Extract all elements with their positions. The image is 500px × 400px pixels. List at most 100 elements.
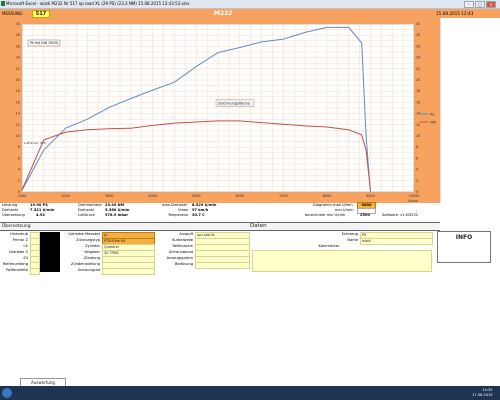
x-tick-label: 7000	[279, 194, 288, 198]
right-row-label: Kurbelwelle	[172, 238, 193, 242]
start-button[interactable]	[2, 388, 12, 398]
left-row-input[interactable]	[30, 268, 40, 275]
rpm-label-2: Drehzahl	[78, 208, 95, 212]
y-tick-label-right: 6	[416, 156, 418, 160]
window-title: Microsoft Excel - wizdi M232 Nr 517 op.r…	[6, 1, 190, 6]
y-tick-label-right: 16	[416, 100, 420, 104]
calc-min-rpm-label: berechnete min U/min	[305, 213, 346, 217]
vmax-value: 97 km/h	[192, 208, 209, 212]
power-value: 19.90 PS	[30, 203, 48, 207]
y-tick-label-left: 28	[16, 33, 20, 37]
right-empty-panel	[440, 18, 500, 203]
power-label: Leistung	[2, 203, 18, 207]
overview-header: Übersetzung Daten	[0, 222, 440, 231]
mid-row-label: Zündeinstellung	[70, 262, 100, 266]
annotation-text: PS mit DIN 70020	[30, 41, 58, 45]
left-row-label: Hinterhub	[10, 232, 28, 236]
y-tick-label-right: 18	[416, 89, 420, 93]
max-rpm-value: 8.529 U/min	[192, 203, 217, 207]
air-pressure-label: Luftdruck	[78, 213, 95, 217]
right-row-label: Ansaugsystem	[166, 256, 193, 260]
x-tick-label: 1000	[18, 194, 27, 198]
excel-icon	[1, 1, 5, 6]
max-rpm-label: max.Drehzahl	[162, 203, 187, 207]
x-tick-label: 5000	[192, 194, 201, 198]
y-tick-label-left: 12	[16, 123, 20, 127]
y-tick-label-right: 30	[416, 22, 420, 26]
clock-date: 17.08.2015	[472, 393, 493, 397]
annotation-text: Luftdruck: 978	[24, 141, 46, 145]
y-tick-label-left: 8	[18, 145, 20, 149]
y-tick-label-left: 0	[18, 190, 20, 194]
rpm-value-2: 5.360 U/min	[105, 208, 130, 212]
results-grid: Leistung 19.90 PS Drehmoment 23.49 NM ma…	[0, 202, 440, 220]
software-version: Software: v1.M3232	[382, 213, 418, 217]
far-row-label: Name	[347, 238, 358, 242]
y-tick-label-right: 4	[416, 168, 418, 172]
torque-label: Drehmoment	[78, 203, 102, 207]
y-tick-label-right: 26	[416, 44, 420, 48]
y-tick-label-right: 12	[416, 123, 420, 127]
power-torque-chart: 1000 2000 3000 4000 5000 6000 7000 8000 9000 1000…	[16, 22, 436, 203]
y-tick-label-right: 22	[416, 67, 420, 71]
diagram-max-label: Diagramm max U/min	[313, 203, 353, 207]
measurement-label: MESSUNG:	[2, 11, 24, 16]
legend-label: NM	[430, 120, 436, 124]
temperature-value: 30.7 C	[192, 213, 205, 217]
y-tick-label-left: 18	[16, 89, 20, 93]
left-row-label: Reifenbreite	[6, 268, 28, 272]
window-titlebar: Microsoft Excel - wizdi M232 Nr 517 op.r…	[0, 0, 500, 9]
y-tick-label-left: 16	[16, 100, 20, 104]
right-row-label: Schwungsrad	[168, 250, 193, 254]
y-tick-label-left: 4	[18, 168, 20, 172]
y-tick-label-left: 10	[16, 134, 20, 138]
y-tick-label-right: 8	[416, 145, 418, 149]
data-title: Daten	[250, 223, 267, 229]
y-tick-label-left: 2	[18, 179, 20, 183]
x-tick-label: 2000	[61, 194, 70, 198]
comment-input[interactable]	[252, 250, 432, 272]
maximize-button[interactable]: □	[475, 1, 485, 8]
y-tick-label-left: 14	[16, 112, 20, 116]
model-name: M232	[214, 10, 233, 17]
calc-min-rpm-value: 2500	[360, 213, 371, 217]
mid-row-label: Vergaser	[84, 250, 100, 254]
x-tick-label: 10000	[409, 194, 420, 198]
legend-label: PS	[430, 112, 435, 116]
y-tick-label-right: 2	[416, 179, 418, 183]
far-row-input[interactable]: wizdi	[360, 238, 433, 245]
mid-row-label: Getriebe Messdet	[68, 232, 100, 236]
air-pressure-value: 978.9 mbar	[105, 213, 129, 217]
minimize-button[interactable]: –	[464, 1, 474, 8]
y-tick-label-left: 20	[16, 78, 20, 82]
left-row-label: Getriebe Z	[8, 250, 28, 254]
mid-row-label: Zündungstyp	[76, 238, 100, 242]
measurement-datetime: 15.08.2015 12:43	[436, 11, 474, 16]
y-tick-label-left: 30	[16, 22, 20, 26]
far-row-label: Kommentar	[318, 244, 340, 248]
info-button[interactable]: INFO	[437, 231, 491, 263]
right-row-input[interactable]	[195, 262, 250, 269]
blacked-out-field	[40, 232, 60, 272]
y-tick-label-left: 22	[16, 67, 20, 71]
rpm-label-1: Drehzahl	[2, 208, 19, 212]
ratio-value: 4.92	[36, 213, 45, 217]
y-tick-label-left: 6	[18, 156, 20, 160]
x-tick-label: 4000	[148, 194, 157, 198]
overview-title: Übersetzung	[2, 224, 31, 229]
ratio-label: Übersetzung	[2, 213, 25, 217]
close-button[interactable]: ×	[486, 1, 496, 8]
y-tick-label-left: 24	[16, 56, 20, 60]
right-row-label: Bedüsung	[175, 262, 193, 266]
y-tick-label-left: 26	[16, 44, 20, 48]
temperature-label: Temperatur	[168, 213, 189, 217]
mid-row-label: Zündung	[83, 256, 100, 260]
mid-row-input[interactable]	[102, 268, 155, 275]
y-tick-label-right: 24	[416, 56, 420, 60]
measurement-header: MESSUNG: 517 M232 15.08.2015 12:43	[0, 9, 500, 18]
left-row-label: Reifenumfang	[2, 262, 28, 266]
rpm-value-1: 7.521 U/min	[30, 208, 55, 212]
y-tick-label-right: 20	[416, 78, 420, 82]
left-row-label: Z4	[23, 256, 28, 260]
measurement-id[interactable]: 517	[32, 10, 50, 18]
